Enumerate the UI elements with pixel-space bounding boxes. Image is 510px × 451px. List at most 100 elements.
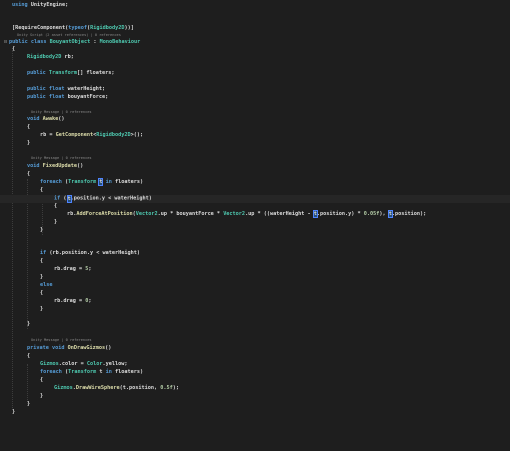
code-line[interactable]: { <box>0 187 510 195</box>
method-name: FixedUpdate <box>42 163 77 169</box>
keyword: float <box>48 94 65 100</box>
field: [] floaters; <box>76 70 115 76</box>
code-line[interactable]: foreach (Transform t in floaters) <box>0 369 510 377</box>
loop-variable: t <box>96 369 106 375</box>
code-line[interactable]: rb.drag = 0; <box>0 298 510 306</box>
code-line[interactable]: { <box>0 353 510 361</box>
call-end: ); <box>172 385 179 391</box>
member: .yellow; <box>102 361 128 367</box>
code-line[interactable]: } <box>0 393 510 401</box>
codelens[interactable]: Unity Message | 0 references <box>0 337 510 345</box>
type-name: Gizmos <box>54 385 73 391</box>
code-line[interactable]: rb.AddForceAtPosition(Vector2.up * bouya… <box>0 210 510 219</box>
code-line[interactable]: } <box>0 401 510 409</box>
base-class: MonoBehaviour <box>99 39 141 45</box>
brace: { <box>27 353 31 359</box>
field: bouyantForce; <box>64 94 109 100</box>
code-line[interactable]: rb = GetComponent<Rigidbody2D>(); <box>0 132 510 140</box>
code-line[interactable]: { <box>0 46 510 54</box>
method-name: GetComponent <box>55 132 94 138</box>
expression: .up * ((waterHeight - <box>245 211 314 217</box>
codelens-text[interactable]: Unity Message | 0 references <box>31 155 92 163</box>
brace: { <box>40 187 44 193</box>
arguments: (t.position, <box>119 385 161 391</box>
code-line[interactable]: Gizmos.color = Color.yellow; <box>0 361 510 369</box>
code-line[interactable]: else <box>0 282 510 290</box>
code-line[interactable]: } <box>0 140 510 148</box>
semicolon: ; <box>88 298 92 304</box>
brace: } <box>27 321 31 327</box>
brace: } <box>40 306 44 312</box>
keyword: void <box>52 345 65 351</box>
code-line[interactable]: { <box>0 377 510 385</box>
code-line[interactable]: void FixedUpdate() <box>0 163 510 171</box>
expression: ), <box>379 211 389 217</box>
parens: () <box>58 116 65 122</box>
brace: { <box>12 46 16 52</box>
brace: { <box>40 258 44 264</box>
keyword: using <box>12 2 28 8</box>
code-line[interactable]: { <box>0 203 510 211</box>
number-literal: 0.05f <box>363 211 380 217</box>
type-name: Rigidbody2D <box>96 132 131 138</box>
code-line[interactable]: } <box>0 227 510 235</box>
method-name: DrawWireSphere <box>75 385 120 391</box>
parens: () <box>76 163 84 169</box>
code-line[interactable]: Rigidbody2D rb; <box>0 54 510 62</box>
code-line[interactable]: Gizmos.DrawWireSphere(t.position, 0.5f); <box>0 385 510 393</box>
assignment: rb = <box>40 132 56 138</box>
code-line[interactable]: } <box>0 321 510 329</box>
method-name: AddForceAtPosition <box>76 211 133 217</box>
brace: } <box>40 393 44 399</box>
code-line[interactable]: { <box>0 124 510 132</box>
code-editor[interactable]: ⊟ using UnityEngine; [RequireComponent(t… <box>0 0 510 451</box>
keyword: float <box>48 86 65 92</box>
type-name: Gizmos <box>40 361 59 367</box>
code-line[interactable]: { <box>0 258 510 266</box>
expression: .position.y) * <box>316 211 364 217</box>
codelens-text[interactable]: Unity Message | 0 references <box>31 337 92 345</box>
colon: : <box>90 39 100 45</box>
code-line[interactable]: } <box>0 306 510 314</box>
keyword: typeof <box>68 25 87 31</box>
code-line[interactable]: public Transform[] floaters; <box>0 70 510 78</box>
keyword: public <box>27 94 46 100</box>
codelens[interactable]: Unity Message | 0 references <box>0 155 510 163</box>
parens: () <box>105 345 112 351</box>
code-line[interactable]: public float bouyantForce; <box>0 94 510 102</box>
code-line[interactable]: { <box>0 290 510 298</box>
brace: { <box>27 124 31 130</box>
code-line[interactable]: rb.drag = 5; <box>0 266 510 274</box>
current-line[interactable]: if (t.position.y < waterHeight) <box>0 194 510 203</box>
type-name: Transform <box>68 179 97 185</box>
code-line[interactable]: { <box>0 171 510 179</box>
member: rb. <box>67 211 77 217</box>
code-line[interactable]: } <box>0 274 510 282</box>
brace: } <box>40 274 44 280</box>
highlighted-symbol[interactable]: t <box>98 178 104 186</box>
code-line[interactable]: } <box>0 219 510 227</box>
attribute-close: ))] <box>124 25 134 31</box>
type-name: Vector2 <box>223 211 246 217</box>
brace: } <box>40 227 44 233</box>
iterable: floaters) <box>111 179 144 185</box>
brace: } <box>27 401 31 407</box>
code-line[interactable]: } <box>0 409 510 417</box>
code-line[interactable]: using UnityEngine; <box>0 2 510 10</box>
field: rb; <box>61 54 74 60</box>
code-line[interactable]: private void OnDrawGizmos() <box>0 345 510 353</box>
code-line[interactable]: public float waterHeight; <box>0 86 510 94</box>
brace: { <box>40 290 44 296</box>
code-line[interactable]: foreach (Transform t in floaters) <box>0 178 510 187</box>
class-name: BouyantObject <box>49 39 91 45</box>
namespace: UnityEngine; <box>30 2 69 8</box>
call-end: >(); <box>130 132 144 138</box>
method-name: Awake <box>42 116 59 122</box>
keyword: public <box>27 70 46 76</box>
code-line[interactable]: if (rb.position.y < waterHeight) <box>0 250 510 258</box>
keyword: void <box>27 116 40 122</box>
brace: { <box>54 203 58 209</box>
code-line[interactable]: void Awake() <box>0 116 510 124</box>
keyword: public <box>27 86 46 92</box>
brace: { <box>27 171 31 177</box>
